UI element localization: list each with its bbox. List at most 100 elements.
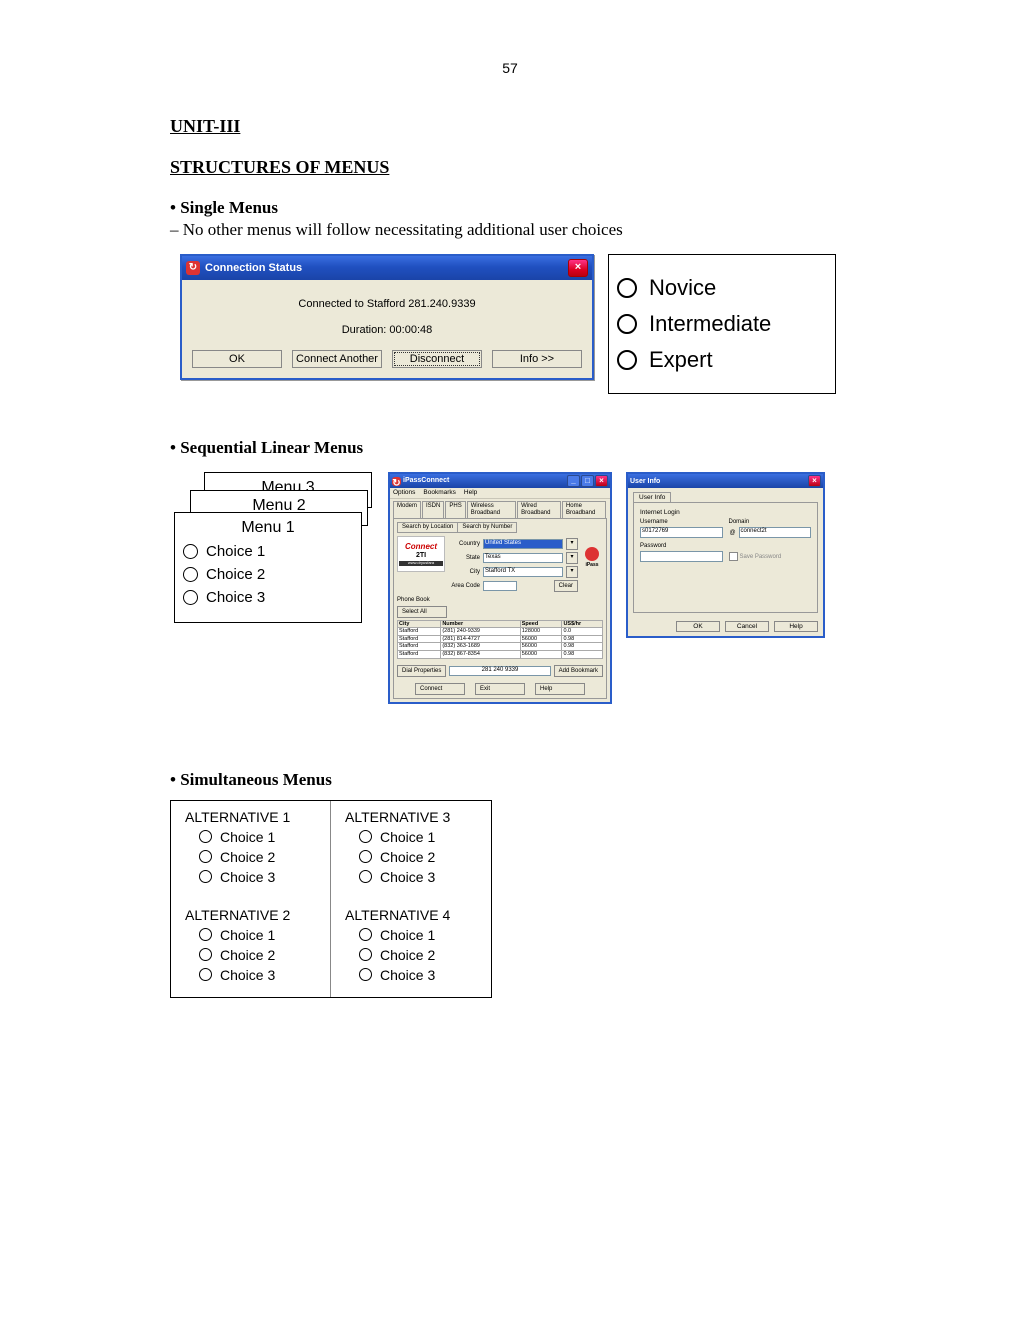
choice-label: Choice 3 bbox=[380, 869, 435, 885]
tab-modem[interactable]: Modem bbox=[393, 501, 421, 518]
col-speed[interactable]: Speed bbox=[520, 620, 562, 628]
cell-city: Stafford bbox=[398, 635, 441, 643]
alt2-choice1[interactable]: Choice 1 bbox=[199, 927, 320, 943]
choice-label: Choice 2 bbox=[206, 566, 265, 583]
menu1-choice3[interactable]: Choice 3 bbox=[183, 589, 353, 606]
alt4-choice3[interactable]: Choice 3 bbox=[359, 967, 481, 983]
choice-label: Choice 3 bbox=[220, 869, 275, 885]
connect-button[interactable]: Connect bbox=[415, 683, 465, 695]
cell-price: 0.98 bbox=[562, 643, 603, 651]
select-all-button[interactable]: Select All bbox=[397, 606, 447, 618]
save-password-label: Save Password bbox=[740, 554, 782, 560]
choice-label: Choice 3 bbox=[206, 589, 265, 606]
menu-options[interactable]: Options bbox=[393, 489, 415, 497]
ipass-titlebar[interactable]: iPassConnect _ □ × bbox=[390, 474, 610, 488]
radio-icon bbox=[617, 314, 637, 334]
state-field[interactable]: Texas bbox=[483, 553, 563, 563]
save-password-checkbox[interactable] bbox=[729, 552, 738, 561]
tab-userinfo[interactable]: User Info bbox=[633, 492, 671, 502]
heading-unit: UNIT-III bbox=[170, 116, 850, 137]
dial-number-field[interactable]: 281 240 9339 bbox=[449, 666, 550, 676]
close-icon[interactable]: × bbox=[808, 475, 821, 487]
page-number: 57 bbox=[170, 60, 850, 76]
ok-button[interactable]: OK bbox=[192, 350, 282, 368]
menu1-choice2[interactable]: Choice 2 bbox=[183, 566, 353, 583]
menu-bookmarks[interactable]: Bookmarks bbox=[423, 489, 456, 497]
ok-button[interactable]: OK bbox=[676, 621, 720, 632]
tab-phs[interactable]: PHS bbox=[445, 501, 465, 518]
radio-item-novice[interactable]: Novice bbox=[617, 275, 827, 301]
cancel-button[interactable]: Cancel bbox=[725, 621, 769, 632]
alt4-choice2[interactable]: Choice 2 bbox=[359, 947, 481, 963]
tab-isdn[interactable]: ISDN bbox=[422, 501, 444, 518]
domain-field[interactable]: connect2t bbox=[739, 527, 812, 538]
exit-button[interactable]: Exit bbox=[475, 683, 525, 695]
minimize-icon[interactable]: _ bbox=[567, 475, 580, 487]
alt1-choice2[interactable]: Choice 2 bbox=[199, 849, 320, 865]
dial-properties-button[interactable]: Dial Properties bbox=[397, 665, 446, 677]
chevron-down-icon[interactable]: ▾ bbox=[566, 552, 578, 564]
close-icon[interactable]: × bbox=[568, 259, 588, 277]
radio-icon bbox=[359, 968, 372, 981]
at-symbol: @ bbox=[729, 530, 737, 536]
dialog-titlebar[interactable]: Connection Status × bbox=[182, 256, 592, 280]
password-field[interactable] bbox=[640, 551, 723, 562]
alternative-2: ALTERNATIVE 2 Choice 1 Choice 2 Choice 3 bbox=[171, 899, 331, 997]
cell-city: Stafford bbox=[398, 628, 441, 636]
city-field[interactable]: Stafford TX bbox=[483, 567, 563, 577]
col-number[interactable]: Number bbox=[441, 620, 520, 628]
clear-button[interactable]: Clear bbox=[554, 580, 578, 592]
connection-to-text: Connected to Stafford 281.240.9339 bbox=[192, 298, 582, 310]
info-button[interactable]: Info >> bbox=[492, 350, 582, 368]
dialog-title: Connection Status bbox=[205, 262, 302, 274]
chevron-down-icon[interactable]: ▾ bbox=[566, 538, 578, 550]
alt2-choice2[interactable]: Choice 2 bbox=[199, 947, 320, 963]
cell-number: (281) 814-4727 bbox=[441, 635, 520, 643]
close-icon[interactable]: × bbox=[595, 475, 608, 487]
choice-label: Choice 1 bbox=[220, 829, 275, 845]
tab-home[interactable]: Home Broadband bbox=[562, 501, 606, 518]
table-row[interactable]: Stafford(832) 363-1689560000.98 bbox=[398, 643, 603, 651]
alt4-choice1[interactable]: Choice 1 bbox=[359, 927, 481, 943]
help-button[interactable]: Help bbox=[774, 621, 818, 632]
logo-text: Connect bbox=[399, 542, 443, 552]
disconnect-button[interactable]: Disconnect bbox=[392, 350, 482, 368]
help-button[interactable]: Help bbox=[535, 683, 585, 695]
chevron-down-icon[interactable]: ▾ bbox=[566, 566, 578, 578]
connect-another-button[interactable]: Connect Another bbox=[292, 350, 382, 368]
menu1-choice1[interactable]: Choice 1 bbox=[183, 543, 353, 560]
add-bookmark-button[interactable]: Add Bookmark bbox=[554, 665, 603, 677]
table-row[interactable]: Stafford(832) 867-8354560000.98 bbox=[398, 650, 603, 658]
cell-city: Stafford bbox=[398, 643, 441, 651]
subtab-location[interactable]: Search by Location bbox=[397, 522, 457, 533]
user-info-window: User Info × User Info Internet Login Use… bbox=[626, 472, 825, 638]
ipass-title: iPassConnect bbox=[403, 477, 449, 485]
alt3-choice1[interactable]: Choice 1 bbox=[359, 829, 481, 845]
maximize-icon[interactable]: □ bbox=[581, 475, 594, 487]
table-row[interactable]: Stafford(281) 240-93391280000.0 bbox=[398, 628, 603, 636]
username-field[interactable]: s0172769 bbox=[640, 527, 723, 538]
radio-icon bbox=[183, 590, 198, 605]
userinfo-titlebar[interactable]: User Info × bbox=[628, 474, 823, 488]
group-internet-login: Internet Login bbox=[640, 509, 811, 516]
menu-help[interactable]: Help bbox=[464, 489, 477, 497]
alt3-choice3[interactable]: Choice 3 bbox=[359, 869, 481, 885]
area-field[interactable] bbox=[483, 581, 517, 591]
alt1-choice1[interactable]: Choice 1 bbox=[199, 829, 320, 845]
cell-number: (832) 867-8354 bbox=[441, 650, 520, 658]
col-city[interactable]: City bbox=[398, 620, 441, 628]
heading-simultaneous: • Simultaneous Menus bbox=[170, 770, 850, 790]
app-icon bbox=[186, 261, 200, 275]
radio-item-expert[interactable]: Expert bbox=[617, 347, 827, 373]
col-price[interactable]: US$/hr bbox=[562, 620, 603, 628]
tab-wired[interactable]: Wired Broadband bbox=[517, 501, 561, 518]
country-field[interactable]: United States bbox=[483, 539, 563, 549]
radio-item-intermediate[interactable]: Intermediate bbox=[617, 311, 827, 337]
subtab-number[interactable]: Search by Number bbox=[457, 522, 517, 533]
alt3-label: ALTERNATIVE 3 bbox=[345, 809, 481, 825]
tab-wireless[interactable]: Wireless Broadband bbox=[467, 501, 516, 518]
alt2-choice3[interactable]: Choice 3 bbox=[199, 967, 320, 983]
table-row[interactable]: Stafford(281) 814-4727560000.98 bbox=[398, 635, 603, 643]
alt3-choice2[interactable]: Choice 2 bbox=[359, 849, 481, 865]
alt1-choice3[interactable]: Choice 3 bbox=[199, 869, 320, 885]
